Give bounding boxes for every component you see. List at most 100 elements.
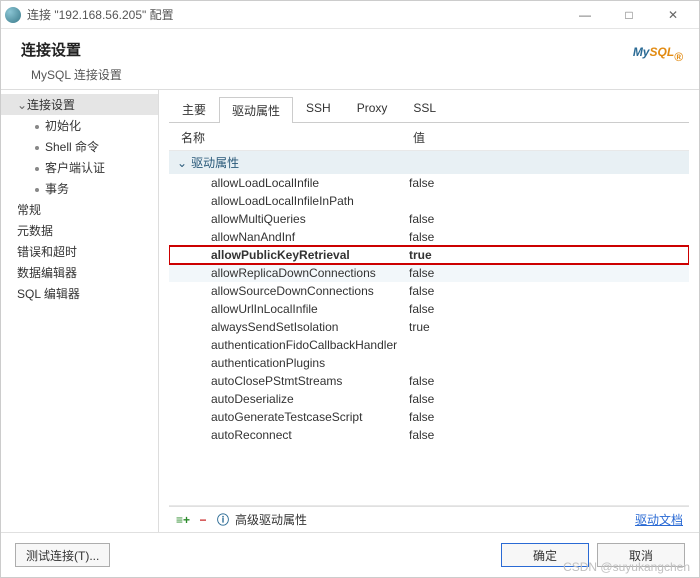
property-value[interactable]	[409, 356, 685, 370]
property-row[interactable]: authenticationFidoCallbackHandler	[169, 336, 689, 354]
property-row[interactable]: allowMultiQueriesfalse	[169, 210, 689, 228]
dialog-footer: 测试连接(T)... 确定 取消	[1, 532, 699, 577]
sidebar-item[interactable]: 元数据	[1, 220, 158, 241]
property-name: allowLoadLocalInfileInPath	[169, 194, 409, 208]
sidebar-item[interactable]: 数据编辑器	[1, 262, 158, 283]
property-value[interactable]: false	[409, 410, 685, 424]
tab[interactable]: SSL	[400, 96, 449, 122]
sidebar-item-label: 客户端认证	[45, 161, 105, 175]
tab[interactable]: 驱动属性	[219, 97, 293, 123]
property-value[interactable]: false	[409, 212, 685, 226]
sidebar-item[interactable]: 事务	[1, 178, 158, 199]
property-row[interactable]: autoDeserializefalse	[169, 390, 689, 408]
property-name: allowMultiQueries	[169, 212, 409, 226]
col-header-name[interactable]: 名称	[173, 129, 413, 146]
property-value[interactable]: false	[409, 302, 685, 316]
property-group-row[interactable]: ⌄驱动属性	[169, 151, 689, 174]
test-connection-button[interactable]: 测试连接(T)...	[15, 543, 110, 567]
property-row[interactable]: allowNanAndInffalse	[169, 228, 689, 246]
property-value[interactable]: false	[409, 176, 685, 190]
property-value[interactable]	[409, 194, 685, 208]
property-name: authenticationPlugins	[169, 356, 409, 370]
dialog-header: 连接设置 MySQL 连接设置 MySQL®	[1, 29, 699, 89]
property-name: autoGenerateTestcaseScript	[169, 410, 409, 424]
property-row[interactable]: alwaysSendSetIsolationtrue	[169, 318, 689, 336]
tab-bar: 主要驱动属性SSHProxySSL	[169, 96, 689, 123]
window-title: 连接 "192.168.56.205" 配置	[27, 6, 563, 23]
sidebar-item-label: Shell 命令	[45, 140, 99, 154]
property-name: authenticationFidoCallbackHandler	[169, 338, 409, 352]
property-row[interactable]: allowLoadLocalInfileInPath	[169, 192, 689, 210]
sidebar-item[interactable]: 初始化	[1, 115, 158, 136]
property-row[interactable]: allowUrlInLocalInfilefalse	[169, 300, 689, 318]
property-grid[interactable]: ⌄驱动属性allowLoadLocalInfilefalseallowLoadL…	[169, 150, 689, 506]
property-row[interactable]: autoClosePStmtStreamsfalse	[169, 372, 689, 390]
sidebar-item[interactable]: SQL 编辑器	[1, 283, 158, 304]
sidebar-item[interactable]: Shell 命令	[1, 136, 158, 157]
property-name: autoDeserialize	[169, 392, 409, 406]
property-row[interactable]: allowReplicaDownConnectionsfalse	[169, 264, 689, 282]
property-value[interactable]: true	[409, 248, 685, 262]
property-name: allowNanAndInf	[169, 230, 409, 244]
dialog-window: 连接 "192.168.56.205" 配置 — □ ✕ 连接设置 MySQL …	[0, 0, 700, 578]
info-icon[interactable]: ⓘ	[215, 513, 231, 527]
property-value[interactable]: false	[409, 392, 685, 406]
minimize-button[interactable]: —	[563, 1, 607, 29]
property-value[interactable]: false	[409, 230, 685, 244]
main-panel: 主要驱动属性SSHProxySSL 名称 值 ⌄驱动属性allowLoadLoc…	[159, 90, 699, 532]
tree-bullet-icon	[35, 188, 39, 192]
sidebar-item-label: 元数据	[17, 224, 53, 238]
property-value[interactable]: true	[409, 320, 685, 334]
sidebar-item-label: 初始化	[45, 119, 81, 133]
property-value[interactable]	[409, 338, 685, 352]
sidebar-item[interactable]: 错误和超时	[1, 241, 158, 262]
property-name: autoClosePStmtStreams	[169, 374, 409, 388]
page-title: 连接设置	[21, 39, 633, 60]
content-area: ⌄连接设置初始化 Shell 命令客户端认证事务常规元数据错误和超时数据编辑器 SQ…	[1, 89, 699, 532]
property-row[interactable]: allowPublicKeyRetrievaltrue	[169, 246, 689, 264]
property-row[interactable]: autoReconnectfalse	[169, 426, 689, 444]
sidebar-item-label: 连接设置	[27, 98, 75, 112]
add-property-icon[interactable]: ≡+	[175, 513, 191, 527]
property-row[interactable]: autoGenerateTestcaseScriptfalse	[169, 408, 689, 426]
sidebar-item-label: 数据编辑器	[17, 266, 77, 280]
tab[interactable]: SSH	[293, 96, 344, 122]
group-label: 驱动属性	[191, 154, 239, 171]
tab[interactable]: Proxy	[344, 96, 401, 122]
property-row[interactable]: allowLoadLocalInfilefalse	[169, 174, 689, 192]
property-name: allowLoadLocalInfile	[169, 176, 409, 190]
remove-property-icon[interactable]: −	[195, 513, 211, 527]
driver-doc-link[interactable]: 驱动文档	[635, 511, 683, 528]
cancel-button[interactable]: 取消	[597, 543, 685, 567]
sidebar-item-label: 错误和超时	[17, 245, 77, 259]
sidebar-item-label: SQL 编辑器	[17, 287, 80, 301]
property-name: allowReplicaDownConnections	[169, 266, 409, 280]
settings-sidebar: ⌄连接设置初始化 Shell 命令客户端认证事务常规元数据错误和超时数据编辑器 SQ…	[1, 90, 159, 532]
tab[interactable]: 主要	[169, 96, 219, 122]
grid-header: 名称 值	[169, 123, 689, 150]
maximize-button[interactable]: □	[607, 1, 651, 29]
property-name: allowPublicKeyRetrieval	[169, 248, 409, 262]
sidebar-item-label: 事务	[45, 182, 69, 196]
sidebar-item-label: 常规	[17, 203, 41, 217]
page-subtitle: MySQL 连接设置	[21, 66, 633, 83]
property-row[interactable]: allowSourceDownConnectionsfalse	[169, 282, 689, 300]
property-value[interactable]: false	[409, 374, 685, 388]
property-row[interactable]: authenticationPlugins	[169, 354, 689, 372]
sidebar-item[interactable]: ⌄连接设置	[1, 94, 158, 115]
sidebar-item[interactable]: 常规	[1, 199, 158, 220]
advanced-properties-label: 高级驱动属性	[235, 511, 635, 528]
close-button[interactable]: ✕	[651, 1, 695, 29]
col-header-value[interactable]: 值	[413, 129, 685, 146]
sidebar-item[interactable]: 客户端认证	[1, 157, 158, 178]
caret-down-icon: ⌄	[17, 98, 25, 112]
grid-toolbar: ≡+ − ⓘ 高级驱动属性 驱动文档	[169, 506, 689, 532]
property-value[interactable]: false	[409, 428, 685, 442]
ok-button[interactable]: 确定	[501, 543, 589, 567]
property-value[interactable]: false	[409, 266, 685, 280]
app-icon	[5, 7, 21, 23]
property-value[interactable]: false	[409, 284, 685, 298]
property-name: allowSourceDownConnections	[169, 284, 409, 298]
tree-bullet-icon	[35, 167, 39, 171]
tree-bullet-icon	[35, 125, 39, 129]
